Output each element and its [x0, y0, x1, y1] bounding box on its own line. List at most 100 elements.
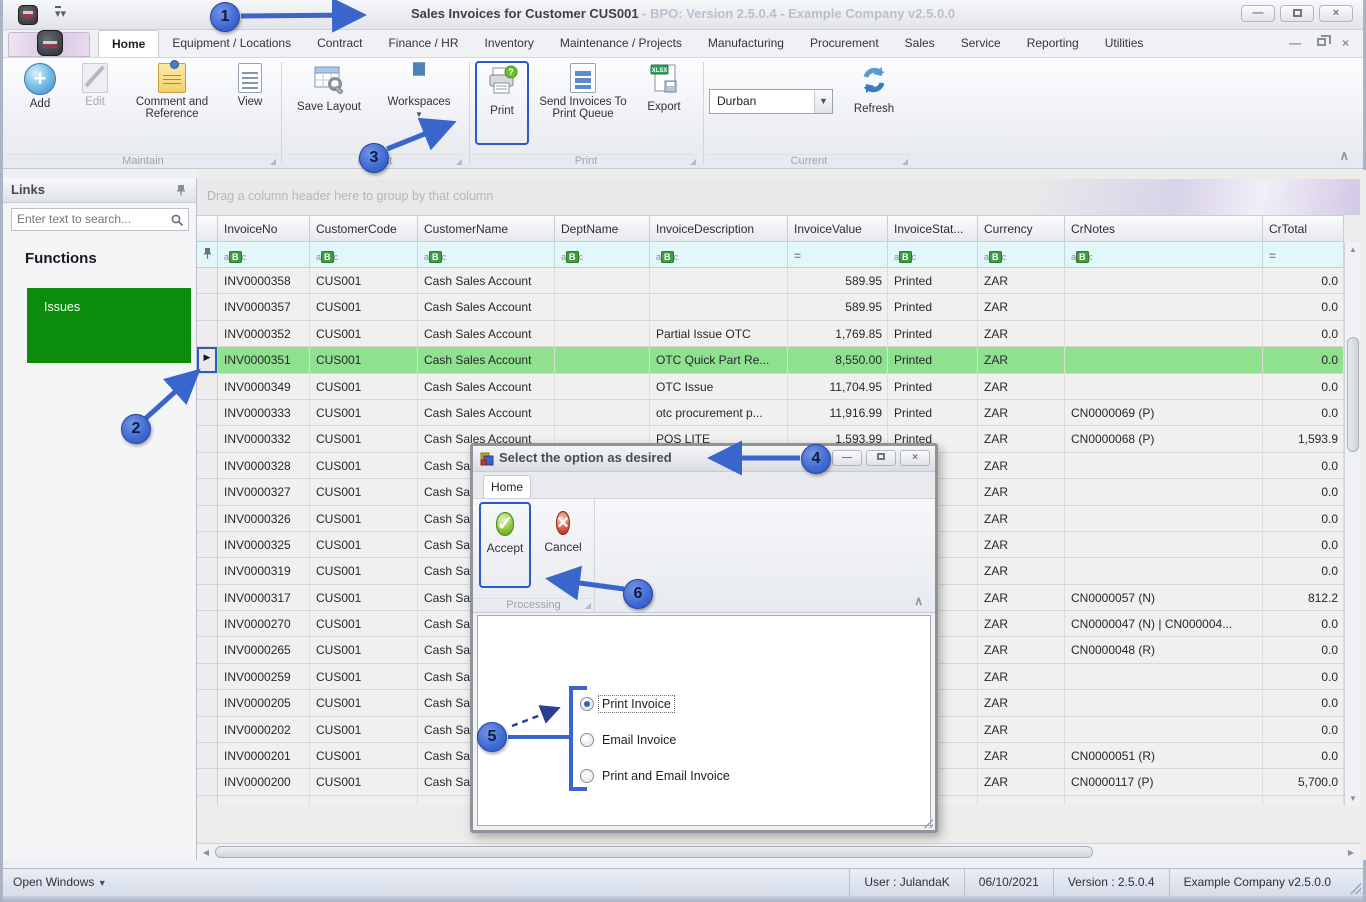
- cell-value[interactable]: 8,550.00: [788, 347, 888, 374]
- dialog-maximize-button[interactable]: [866, 450, 896, 466]
- row-indicator[interactable]: [197, 399, 218, 427]
- column-header-code[interactable]: CustomerCode: [310, 215, 418, 242]
- cell-no[interactable]: INV0000333: [218, 399, 310, 427]
- application-button[interactable]: [8, 30, 90, 57]
- cell-crnotes[interactable]: [1065, 347, 1263, 374]
- vertical-scrollbar[interactable]: ▲ ▼: [1344, 242, 1360, 806]
- cell-code[interactable]: CUS001: [310, 558, 418, 585]
- radio-button-icon[interactable]: [580, 733, 594, 747]
- row-indicator[interactable]: [197, 452, 218, 480]
- tab-sales[interactable]: Sales: [892, 30, 948, 57]
- cell-name[interactable]: Cash Sales Account: [418, 294, 555, 321]
- dialog-launcher-icon[interactable]: ◢: [690, 157, 696, 166]
- cell-no[interactable]: INV0000259: [218, 663, 310, 691]
- vertical-scroll-thumb[interactable]: [1347, 337, 1359, 452]
- cell-status[interactable]: Printed: [888, 347, 978, 374]
- cell-crnotes[interactable]: [1065, 690, 1263, 717]
- search-icon[interactable]: [170, 213, 184, 232]
- row-indicator[interactable]: [197, 716, 218, 744]
- selected-row-indicator[interactable]: ▶: [197, 347, 218, 374]
- maximize-button[interactable]: [1280, 5, 1314, 22]
- cell-code[interactable]: CUS001: [310, 268, 418, 295]
- cell-currency[interactable]: ZAR: [978, 294, 1065, 321]
- tab-maintenance-projects[interactable]: Maintenance / Projects: [547, 30, 695, 57]
- cell-code[interactable]: CUS001: [310, 373, 418, 400]
- cell-no[interactable]: INV0000358: [218, 268, 310, 295]
- dialog-minimize-button[interactable]: —: [832, 450, 862, 466]
- cell-name[interactable]: Cash Sales Account: [418, 399, 555, 427]
- column-header-name[interactable]: CustomerName: [418, 215, 555, 242]
- row-indicator[interactable]: [197, 690, 218, 717]
- comment-and-reference-button[interactable]: Comment and Reference: [127, 60, 217, 120]
- column-header-no[interactable]: InvoiceNo: [218, 215, 310, 242]
- row-indicator[interactable]: [197, 558, 218, 585]
- save-layout-button[interactable]: Save Layout: [287, 61, 371, 113]
- row-indicator[interactable]: [197, 479, 218, 506]
- close-button[interactable]: ×: [1319, 5, 1353, 22]
- cell-no[interactable]: INV0000205: [218, 690, 310, 717]
- combobox-dropdown-icon[interactable]: ▼: [814, 90, 832, 113]
- tab-service[interactable]: Service: [948, 30, 1014, 57]
- mdi-restore-icon[interactable]: [1316, 35, 1331, 46]
- cell-status[interactable]: Printed: [888, 399, 978, 427]
- cell-currency[interactable]: ZAR: [978, 347, 1065, 374]
- tab-finance-hr[interactable]: Finance / HR: [375, 30, 471, 57]
- cell-currency[interactable]: ZAR: [978, 373, 1065, 400]
- radio-option-email-invoice[interactable]: Email Invoice: [580, 722, 733, 758]
- add-button[interactable]: + Add: [17, 61, 63, 110]
- scroll-up-icon[interactable]: ▲: [1345, 242, 1361, 257]
- cell-name[interactable]: Cash Sales Account: [418, 347, 555, 374]
- row-indicator[interactable]: [197, 743, 218, 770]
- site-combobox[interactable]: Durban ▼: [709, 89, 833, 114]
- horizontal-scrollbar[interactable]: ◀ ▶: [197, 843, 1360, 860]
- tab-equipment-locations[interactable]: Equipment / Locations: [159, 30, 304, 57]
- cell-crnotes[interactable]: CN0000051 (R): [1065, 743, 1263, 770]
- cell-no[interactable]: INV0000200: [218, 769, 310, 796]
- row-indicator[interactable]: [197, 294, 218, 321]
- cell-crtotal[interactable]: 0.0: [1263, 452, 1344, 480]
- cell-crtotal[interactable]: 0.0: [1263, 531, 1344, 559]
- scroll-down-icon[interactable]: ▼: [1345, 791, 1361, 806]
- cell-value[interactable]: 11,916.99: [788, 399, 888, 427]
- row-indicator[interactable]: [197, 426, 218, 453]
- groupby-band[interactable]: Drag a column header here to group by th…: [197, 179, 1360, 215]
- cell-status[interactable]: Printed: [888, 294, 978, 321]
- cell-crtotal[interactable]: 0.0: [1263, 743, 1344, 770]
- cell-crnotes[interactable]: [1065, 320, 1263, 348]
- cell-no[interactable]: INV0000317: [218, 584, 310, 612]
- cell-code[interactable]: CUS001: [310, 716, 418, 744]
- dialog-tab-home[interactable]: Home: [483, 475, 531, 498]
- horizontal-scroll-thumb[interactable]: [215, 846, 1093, 858]
- cell-crtotal[interactable]: 0.0: [1263, 268, 1344, 295]
- minimize-button[interactable]: —: [1241, 5, 1275, 22]
- cell-code[interactable]: CUS001: [310, 505, 418, 532]
- cell-status[interactable]: Printed: [888, 268, 978, 295]
- cell-currency[interactable]: ZAR: [978, 611, 1065, 638]
- cell-dept[interactable]: [555, 268, 650, 295]
- refresh-button[interactable]: Refresh: [845, 61, 903, 115]
- sidebar-item-issues[interactable]: Issues: [27, 288, 191, 363]
- radio-button-icon[interactable]: [580, 769, 594, 783]
- cell-crnotes[interactable]: CN0000117 (P): [1065, 769, 1263, 796]
- cell-code[interactable]: CUS001: [310, 320, 418, 348]
- accept-button[interactable]: ✓ Accept: [479, 502, 531, 588]
- open-windows-dropdown[interactable]: Open Windows ▼: [13, 875, 107, 889]
- cell-crtotal[interactable]: 0.0: [1263, 373, 1344, 400]
- tab-utilities[interactable]: Utilities: [1092, 30, 1157, 57]
- cell-currency[interactable]: ZAR: [978, 663, 1065, 691]
- cell-crtotal[interactable]: 0.0: [1263, 347, 1344, 374]
- cell-value[interactable]: 1,769.85: [788, 320, 888, 348]
- mdi-close-icon[interactable]: ×: [1342, 36, 1349, 50]
- cell-desc[interactable]: [650, 294, 788, 321]
- row-indicator[interactable]: [197, 320, 218, 348]
- cell-no[interactable]: INV0000202: [218, 716, 310, 744]
- cell-value[interactable]: 589.95: [788, 294, 888, 321]
- cell-currency[interactable]: ZAR: [978, 268, 1065, 295]
- cell-code[interactable]: CUS001: [310, 426, 418, 453]
- cell-no[interactable]: INV0000328: [218, 452, 310, 480]
- table-row[interactable]: INV0000333 CUS001 Cash Sales Account otc pr…: [197, 399, 1360, 427]
- cell-currency[interactable]: ZAR: [978, 531, 1065, 559]
- cell-crnotes[interactable]: [1065, 531, 1263, 559]
- cell-crnotes[interactable]: [1065, 479, 1263, 506]
- column-header-currency[interactable]: Currency: [978, 215, 1065, 242]
